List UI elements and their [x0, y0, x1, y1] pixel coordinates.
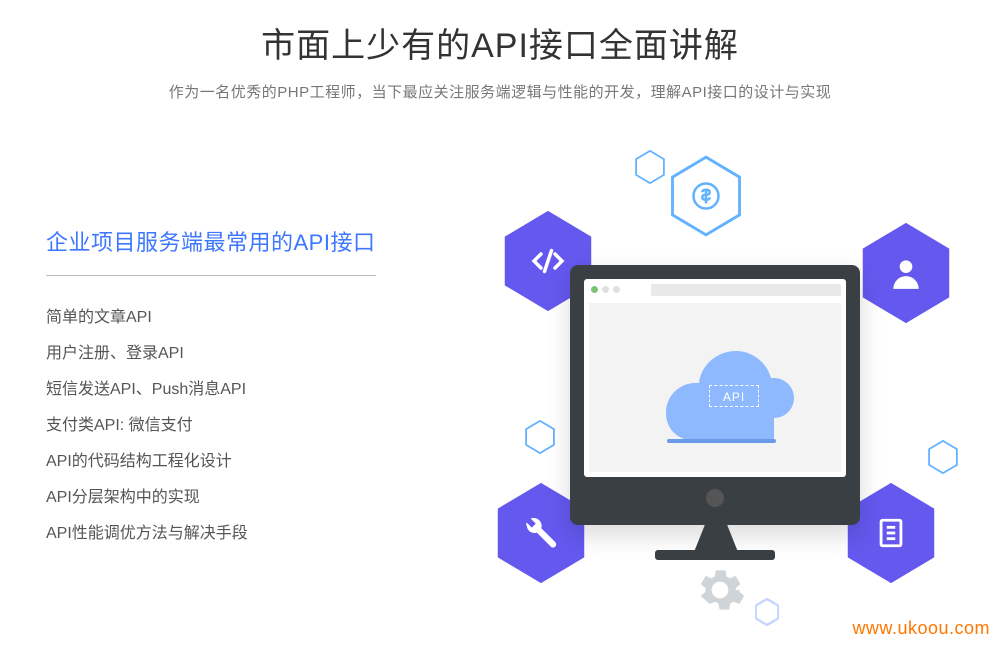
hex-small-icon: [928, 440, 958, 474]
hex-dollar-icon: [670, 155, 742, 237]
monitor-stand: [688, 525, 744, 553]
watermark: www.ukoou.com: [852, 618, 990, 639]
page-title: 市面上少有的API接口全面讲解: [0, 18, 1000, 67]
divider: [46, 275, 376, 276]
section-title: 企业项目服务端最常用的API接口: [46, 225, 396, 257]
list-item: API的代码结构工程化设计: [46, 444, 396, 480]
hex-small-icon: [635, 150, 665, 184]
hex-user-icon: [860, 220, 952, 326]
illustration: API: [440, 140, 980, 640]
list-item: 用户注册、登录API: [46, 336, 396, 372]
hex-small-icon: [525, 420, 555, 454]
page-subtitle: 作为一名优秀的PHP工程师，当下最应关注服务端逻辑与性能的开发，理解API接口的…: [0, 81, 1000, 102]
feature-list: 简单的文章API 用户注册、登录API 短信发送API、Push消息API 支付…: [46, 300, 396, 552]
api-label: API: [709, 385, 759, 407]
left-section: 企业项目服务端最常用的API接口 简单的文章API 用户注册、登录API 短信发…: [46, 225, 396, 552]
monitor-base: [655, 550, 775, 560]
hex-small-icon: [755, 598, 779, 626]
list-item: 短信发送API、Push消息API: [46, 372, 396, 408]
gear-icon: [695, 565, 745, 620]
list-item: API性能调优方法与解决手段: [46, 516, 396, 552]
monitor-illustration: API: [570, 265, 860, 525]
list-item: 支付类API: 微信支付: [46, 408, 396, 444]
list-item: API分层架构中的实现: [46, 480, 396, 516]
list-item: 简单的文章API: [46, 300, 396, 336]
